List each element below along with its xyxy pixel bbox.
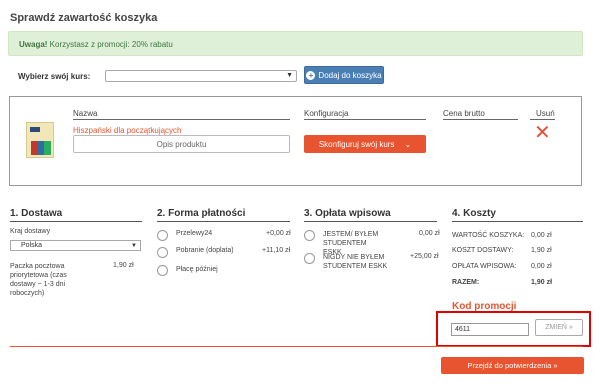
payment-label: Płacę później xyxy=(176,266,218,273)
delivery-option-text: Paczka pocztowa priorytetowa (czas dosta… xyxy=(10,263,67,297)
divider xyxy=(73,119,290,120)
fee-title: 3. Opłata wpisowa xyxy=(304,208,391,219)
payment-title: 2. Forma płatności xyxy=(157,208,246,219)
delivery-option-price: 1,90 zł xyxy=(113,262,134,269)
divider xyxy=(157,221,290,222)
chevron-down-icon: ▼ xyxy=(131,243,137,249)
payment-radio-later[interactable] xyxy=(157,265,168,276)
costs-title: 4. Koszty xyxy=(452,208,496,219)
thumbnail-picture xyxy=(31,141,51,155)
divider xyxy=(443,119,518,120)
cost-label: KOSZT DOSTAWY: xyxy=(452,247,514,254)
promo-code-input[interactable]: 4611 xyxy=(451,323,529,336)
payment-price: +11,10 zł xyxy=(262,247,291,254)
configure-course-button[interactable]: Skonfiguruj swój kurs ⌄ xyxy=(304,135,426,153)
fee-label: NIGDY NIE BYŁEM STUDENTEM ESKK xyxy=(323,254,388,270)
add-to-cart-button[interactable]: + Dodaj do koszyka xyxy=(304,66,384,84)
payment-price: +0,00 zł xyxy=(266,230,291,237)
delivery-title: 1. Dostawa xyxy=(10,208,63,219)
header-config: Konfiguracja xyxy=(304,109,349,118)
thumbnail-band xyxy=(30,127,40,132)
chevron-down-icon: ⌄ xyxy=(404,139,412,149)
payment-label: Pobranie (doplata) xyxy=(176,247,234,254)
country-select[interactable]: Polska ▼ xyxy=(10,240,141,251)
alert-text: Korzystasz z promocji: 20% rabatu xyxy=(47,40,173,49)
cost-label: WARTOŚĆ KOSZYKA: xyxy=(452,232,525,239)
promo-alert: Uwaga! Korzystasz z promocji: 20% rabatu xyxy=(8,31,583,56)
country-label: Kraj dostawy xyxy=(10,228,51,235)
header-price: Cena brutto xyxy=(443,109,485,118)
fee-price: 0,00 zł xyxy=(419,230,440,237)
plus-icon: + xyxy=(306,70,316,80)
header-name: Nazwa xyxy=(73,109,98,118)
alert-strong: Uwaga! xyxy=(19,40,48,49)
proceed-to-confirmation-button[interactable]: Przejdź do potwierdzenia » xyxy=(441,357,584,374)
payment-radio-pobranie[interactable] xyxy=(157,247,168,258)
product-name-link[interactable]: Hiszpański dla początkujących xyxy=(73,126,182,135)
country-select-value: Polska xyxy=(21,242,43,249)
course-label: Wybierz swój kurs: xyxy=(18,72,91,81)
divider xyxy=(304,119,426,120)
cost-label: OPŁATA WPISOWA: xyxy=(452,263,517,270)
product-description-button[interactable]: Opis produktu xyxy=(73,135,290,153)
cost-value: 0,00 zł xyxy=(531,232,552,239)
divider xyxy=(304,221,437,222)
change-promo-button[interactable]: ZMIEŃ » xyxy=(535,319,583,336)
payment-radio-przelewy24[interactable] xyxy=(157,230,168,241)
divider xyxy=(10,346,583,347)
course-select[interactable]: ▼ xyxy=(105,70,297,82)
cost-total-label: RAZEM: xyxy=(452,279,480,286)
cost-value: 1,90 zł xyxy=(531,247,552,254)
add-to-cart-label: Dodaj do koszyka xyxy=(318,70,382,80)
remove-icon[interactable]: ✕ xyxy=(534,123,551,143)
product-thumbnail[interactable] xyxy=(26,122,54,158)
chevron-down-icon: ▼ xyxy=(286,72,293,79)
cost-value: 0,00 zł xyxy=(531,263,552,270)
configure-course-label: Skonfiguruj swój kurs xyxy=(318,139,395,149)
fee-radio-student[interactable] xyxy=(304,230,315,241)
payment-label: Przelewy24 xyxy=(176,230,213,237)
cost-total-value: 1,90 zł xyxy=(531,279,553,286)
divider xyxy=(452,221,583,222)
fee-price: +25,00 zł xyxy=(410,253,439,260)
fee-radio-new[interactable] xyxy=(304,253,315,264)
page-title: Sprawdź zawartość koszyka xyxy=(10,12,158,24)
header-remove: Usuń xyxy=(536,109,555,118)
divider xyxy=(530,119,555,120)
divider xyxy=(10,221,142,222)
